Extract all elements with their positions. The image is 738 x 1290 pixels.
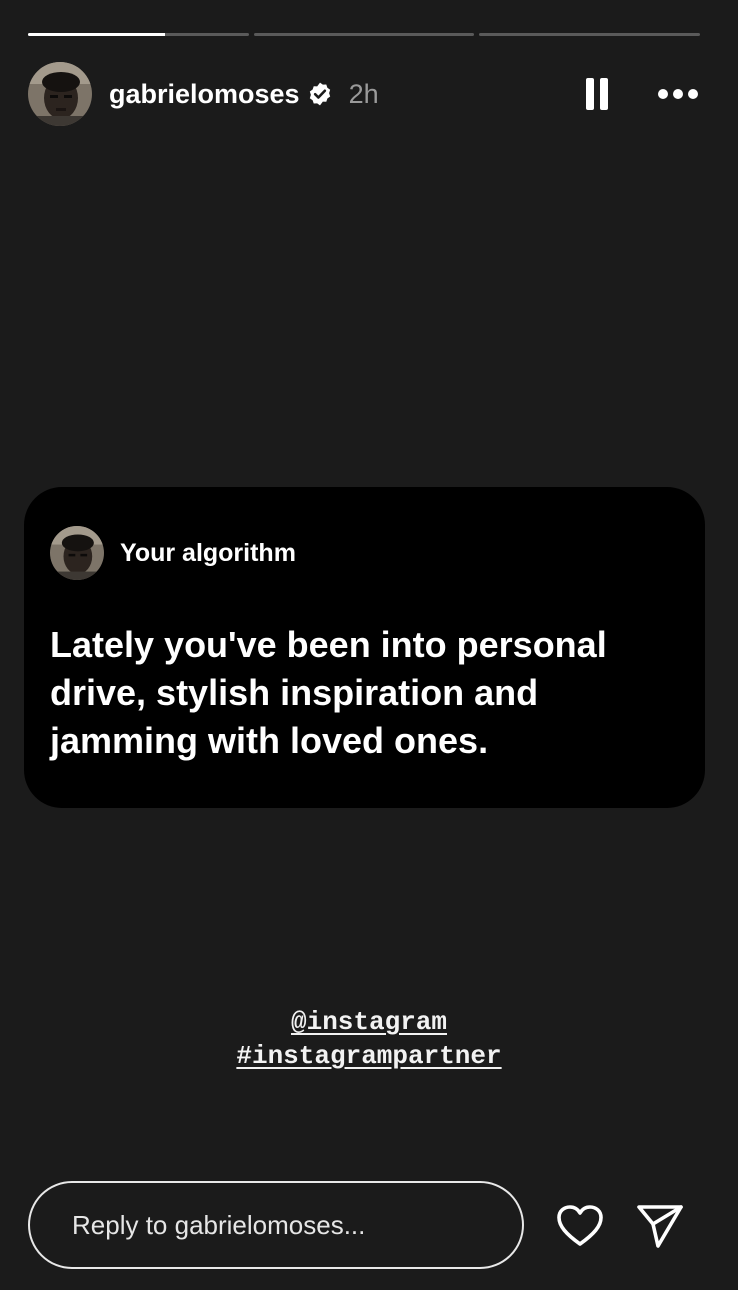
card-title: Your algorithm bbox=[120, 538, 296, 567]
mention-link[interactable]: @instagram bbox=[0, 1005, 738, 1039]
progress-segment-1 bbox=[28, 33, 249, 36]
more-options-icon[interactable] bbox=[658, 89, 698, 99]
story-tags: @instagram #instagrampartner bbox=[0, 1005, 738, 1073]
card-body-text: Lately you've been into personal drive, … bbox=[50, 624, 607, 761]
card-avatar bbox=[50, 526, 104, 580]
story-header: gabrielomoses 2h bbox=[28, 62, 698, 126]
progress-segment-3 bbox=[479, 33, 701, 36]
username[interactable]: gabrielomoses bbox=[109, 79, 300, 110]
pause-icon[interactable] bbox=[586, 78, 608, 110]
progress-segment-2 bbox=[253, 33, 475, 36]
reply-input[interactable]: Reply to gabrielomoses... bbox=[28, 1181, 524, 1269]
story-progress-bar bbox=[28, 33, 701, 37]
send-icon[interactable] bbox=[636, 1203, 684, 1249]
heart-icon[interactable] bbox=[556, 1204, 604, 1248]
post-time: 2h bbox=[348, 78, 379, 109]
card-header: Your algorithm bbox=[50, 526, 296, 580]
avatar[interactable] bbox=[28, 62, 92, 126]
algorithm-card: Your algorithm Lately you've been into p… bbox=[24, 487, 705, 808]
hashtag-link[interactable]: #instagrampartner bbox=[0, 1039, 738, 1073]
verified-badge-icon bbox=[309, 82, 330, 106]
